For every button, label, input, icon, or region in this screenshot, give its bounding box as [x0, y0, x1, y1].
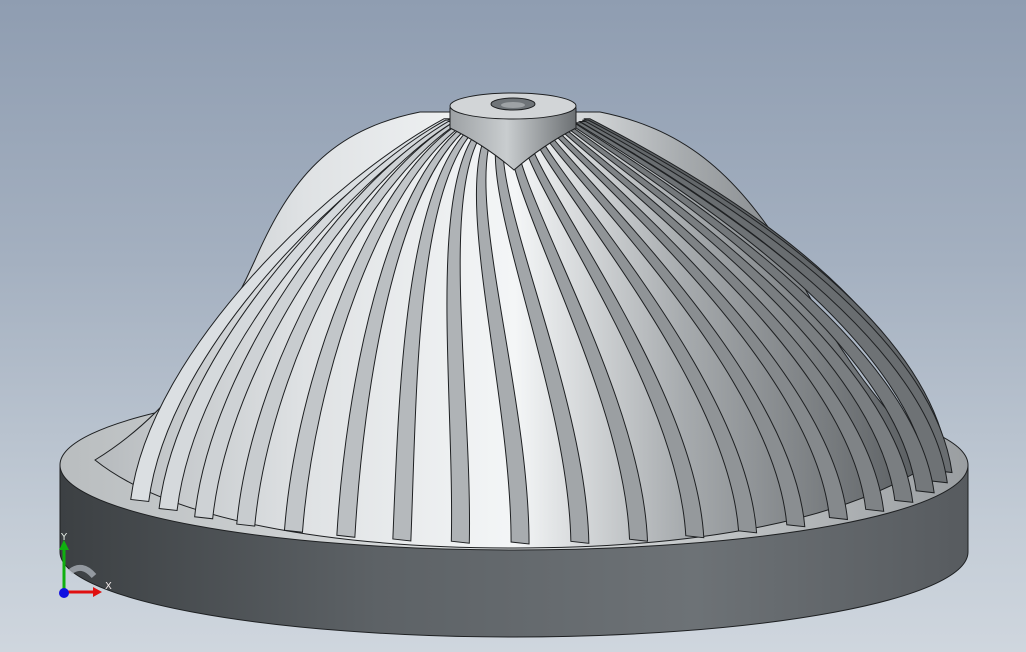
x-axis-head	[93, 587, 102, 597]
graphics-viewport[interactable]: Y X	[0, 0, 1026, 652]
bore-hole-inner	[501, 102, 525, 108]
z-axis-dot	[59, 588, 69, 598]
impeller-model[interactable]	[0, 0, 1026, 652]
y-axis-label: Y	[60, 532, 68, 543]
coordinate-triad: Y X	[59, 532, 112, 598]
x-axis-label: X	[105, 581, 112, 592]
